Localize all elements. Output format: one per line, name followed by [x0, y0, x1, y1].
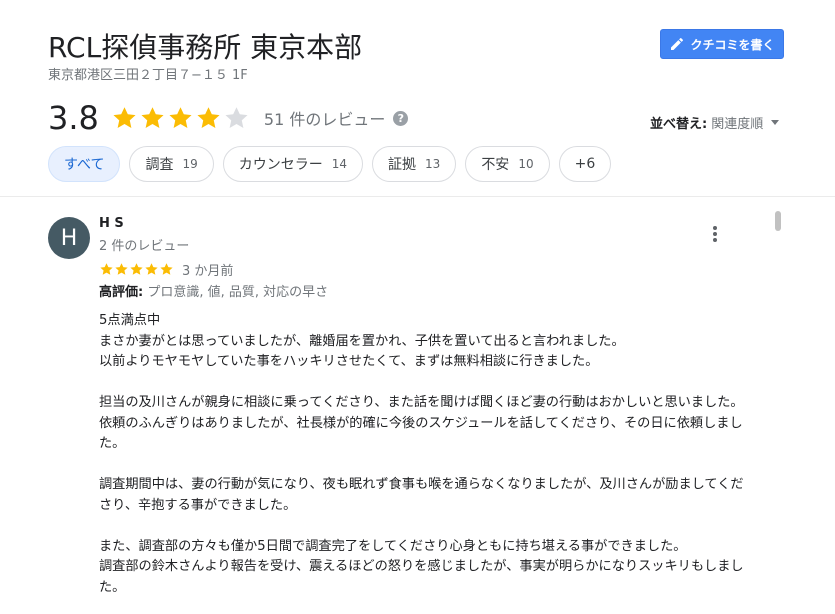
scrollbar[interactable]	[772, 208, 780, 614]
star-icon	[197, 106, 220, 128]
chip-count: 19	[182, 157, 198, 171]
star-icon	[141, 106, 164, 128]
help-icon[interactable]: ?	[393, 110, 409, 126]
filter-chip[interactable]: カウンセラー 14	[222, 146, 364, 182]
star-icon	[145, 263, 158, 275]
review-highlights: 高評価: プロ意識, 値, 品質, 対応の早さ	[99, 281, 328, 300]
filter-chip[interactable]: 証拠 13	[372, 146, 457, 182]
review-body: 5点満点中 まさか妻がとは思っていましたが、離婚届を置かれ、子供を置いて出ると言わ…	[99, 311, 749, 614]
highlights-label: 高評価:	[99, 285, 144, 300]
topic-chips: すべて 調査 19 カウンセラー 14 証拠 13 不安 10 +6	[48, 146, 612, 182]
write-review-label: クチコミを書く	[690, 37, 775, 52]
chip-count: 10	[518, 157, 534, 171]
review-paragraph: 5点満点中 まさか妻がとは思っていましたが、離婚届を置かれ、子供を置いて出ると言わ…	[99, 313, 625, 369]
review-count[interactable]: 51 件のレビュー	[264, 106, 385, 130]
star-icon	[115, 263, 128, 275]
chip-count: 14	[331, 157, 348, 171]
star-icon	[130, 263, 143, 275]
chip-label: すべて	[64, 157, 105, 173]
scrollbar-thumb[interactable]	[775, 211, 781, 231]
review-paragraph: また、調査部の方々も僅か5日間で調査完了をしてくださり心身ともに持ち堪える事がで…	[99, 538, 744, 595]
average-rating: 3.8	[48, 99, 99, 137]
review-stars	[99, 262, 174, 277]
chip-label: 不安	[481, 157, 510, 173]
star-icon	[169, 106, 192, 128]
sort-value: 関連度順	[711, 117, 764, 132]
more-options-icon[interactable]	[705, 224, 725, 244]
divider	[0, 196, 835, 197]
reviewer-review-count: 2 件のレビュー	[99, 239, 190, 254]
highlights-value: プロ意識, 値, 品質, 対応の早さ	[147, 285, 329, 300]
filter-chip[interactable]: すべて	[48, 146, 121, 182]
star-icon	[100, 263, 113, 275]
star-icon	[160, 263, 173, 275]
chip-label: 証拠	[388, 157, 417, 173]
chip-count: 13	[425, 157, 441, 171]
review-date: 3 か月前	[182, 264, 234, 279]
sort-dropdown[interactable]: 並べ替え: 関連度順	[650, 113, 780, 132]
filter-chip[interactable]: +6	[558, 146, 612, 182]
write-review-button[interactable]: クチコミを書く	[660, 29, 784, 59]
star-icon	[225, 106, 248, 128]
chip-label: カウンセラー	[238, 157, 323, 173]
filter-chip[interactable]: 不安 10	[465, 146, 550, 182]
chip-label: +6	[574, 156, 596, 172]
pencil-icon	[671, 37, 684, 50]
review-paragraph: 調査期間中は、妻の行動が気になり、夜も眠れず食事も喉を通らなくなりましたが、及川…	[99, 477, 744, 513]
star-icon	[113, 106, 136, 128]
review-paragraph: 担当の及川さんが親身に相談に乗ってくださり、また話を聞けば聞くほど妻の行動はおか…	[99, 395, 744, 451]
address: 東京都港区三田２丁目７−１５ 1F	[48, 68, 248, 83]
review-rating-row: 3 か月前	[99, 260, 233, 279]
avatar[interactable]: H	[48, 217, 90, 259]
rating-stars	[111, 105, 250, 132]
filter-chip[interactable]: 調査 19	[129, 146, 214, 182]
rating-summary: 3.8 51 件のレビュー ?	[48, 98, 409, 138]
sort-label: 並べ替え:	[650, 117, 708, 132]
reviewer-name[interactable]: H S	[99, 216, 124, 231]
page-title: RCL探偵事務所 東京本部	[48, 31, 363, 64]
caret-down-icon	[771, 120, 780, 125]
chip-label: 調査	[145, 157, 174, 173]
